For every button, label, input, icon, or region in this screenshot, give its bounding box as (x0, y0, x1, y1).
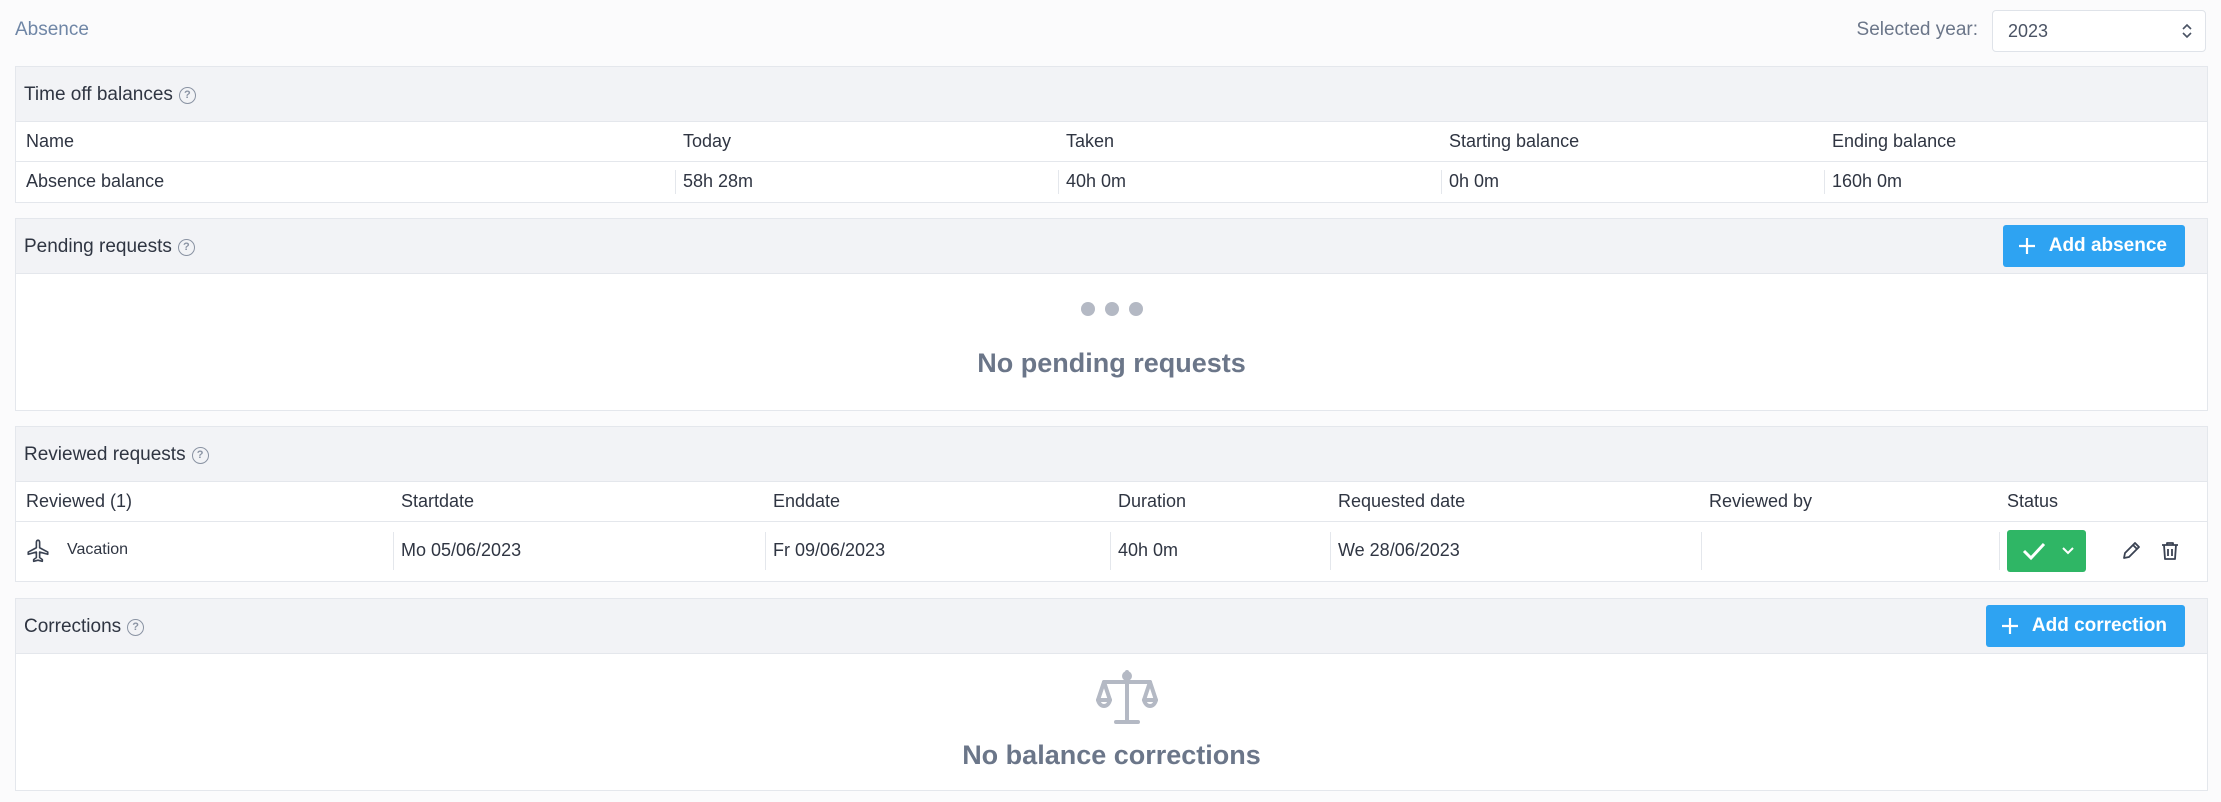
panel-title: Reviewed requests? (24, 444, 209, 466)
balance-name: Absence balance (26, 171, 165, 191)
panel-header: Pending requests? Add absence (16, 219, 2207, 274)
corrections-empty-text: No balance corrections (962, 740, 1261, 770)
col-reviewed-by: Reviewed by (1709, 491, 1813, 511)
request-duration: 40h 0m (1118, 540, 1179, 560)
help-icon[interactable]: ? (127, 619, 145, 636)
chevron-down-icon (2062, 547, 2074, 555)
reviewed-requests-panel: Reviewed requests? Reviewed (1) Startdat… (15, 426, 2208, 582)
panel-header: Time off balances? (16, 67, 2207, 122)
divider (1999, 532, 2000, 570)
col-requested-date: Requested date (1338, 491, 1466, 511)
col-starting-balance: Starting balance (1449, 131, 1580, 151)
table-row[interactable]: Vacation Mo 05/06/2023 Fr 09/06/2023 40h… (16, 522, 2207, 582)
time-off-balances-title: Time off balances (24, 84, 173, 105)
top-bar: Absence Selected year: 2023 (0, 0, 2221, 60)
divider (765, 532, 766, 570)
col-reviewed: Reviewed (1) (26, 491, 133, 511)
table-row: Absence balance 58h 28m 40h 0m 0h 0m 160… (16, 162, 2207, 202)
divider (393, 532, 394, 570)
time-off-balances-panel: Time off balances? Name Today Taken Star… (15, 66, 2208, 203)
panel-title: Pending requests? (24, 236, 195, 258)
col-startdate: Startdate (401, 491, 475, 511)
trash-icon[interactable] (2159, 540, 2181, 562)
request-type: Vacation (67, 541, 129, 558)
plus-icon (2001, 618, 2018, 634)
pending-empty-text: No pending requests (977, 348, 1246, 378)
balance-today: 58h 28m (683, 171, 754, 191)
panel-title: Corrections? (24, 616, 145, 638)
corrections-title: Corrections (24, 616, 122, 637)
col-duration: Duration (1118, 491, 1187, 511)
breadcrumb[interactable]: Absence (15, 19, 89, 41)
request-start: Mo 05/06/2023 (401, 540, 522, 560)
help-icon[interactable]: ? (191, 447, 209, 464)
request-requested-date: We 28/06/2023 (1338, 540, 1460, 560)
add-absence-button[interactable]: Add absence (2002, 225, 2185, 267)
divider (675, 170, 676, 194)
check-icon (2022, 542, 2046, 561)
corrections-empty-state: No balance corrections (16, 654, 2207, 791)
col-enddate: Enddate (773, 491, 841, 511)
year-select[interactable]: 2023 (1992, 10, 2206, 52)
balance-starting: 0h 0m (1449, 171, 1500, 191)
reviewed-requests-title: Reviewed requests (24, 444, 186, 465)
balance-scale-icon (1096, 670, 1158, 724)
help-icon[interactable]: ? (178, 87, 196, 104)
divider (1824, 170, 1825, 194)
add-correction-label: Add correction (2031, 615, 2167, 636)
pending-empty-state: No pending requests (16, 274, 2207, 411)
airplane-icon (27, 539, 49, 563)
divider (1058, 170, 1059, 194)
help-icon[interactable]: ? (177, 239, 195, 256)
divider (1330, 532, 1331, 570)
status-approved-button[interactable] (2007, 530, 2086, 572)
pencil-icon[interactable] (2120, 540, 2142, 562)
col-name: Name (26, 131, 75, 151)
add-absence-label: Add absence (2048, 235, 2167, 256)
col-today: Today (683, 131, 732, 151)
col-ending-balance: Ending balance (1832, 131, 1957, 151)
chevron-updown-icon (2182, 23, 2192, 39)
corrections-panel: Corrections? Add correction No balance c… (15, 598, 2208, 791)
year-select-value: 2023 (2008, 21, 2049, 41)
pending-requests-panel: Pending requests? Add absence No pending… (15, 218, 2208, 411)
divider (1441, 170, 1442, 194)
col-taken: Taken (1066, 131, 1115, 151)
selected-year-label: Selected year: (1856, 19, 1978, 40)
table-header-row: Reviewed (1) Startdate Enddate Duration … (16, 482, 2207, 522)
panel-title: Time off balances? (24, 84, 196, 106)
pending-requests-title: Pending requests (24, 236, 172, 257)
request-end: Fr 09/06/2023 (773, 540, 886, 560)
balance-taken: 40h 0m (1066, 171, 1127, 191)
plus-icon (2018, 238, 2035, 254)
add-correction-button[interactable]: Add correction (1985, 605, 2185, 647)
table-header-row: Name Today Taken Starting balance Ending… (16, 122, 2207, 162)
balance-ending: 160h 0m (1832, 171, 1903, 191)
divider (1701, 532, 1702, 570)
panel-header: Reviewed requests? (16, 427, 2207, 482)
divider (1110, 532, 1111, 570)
panel-header: Corrections? Add correction (16, 599, 2207, 654)
col-status: Status (2007, 491, 2059, 511)
